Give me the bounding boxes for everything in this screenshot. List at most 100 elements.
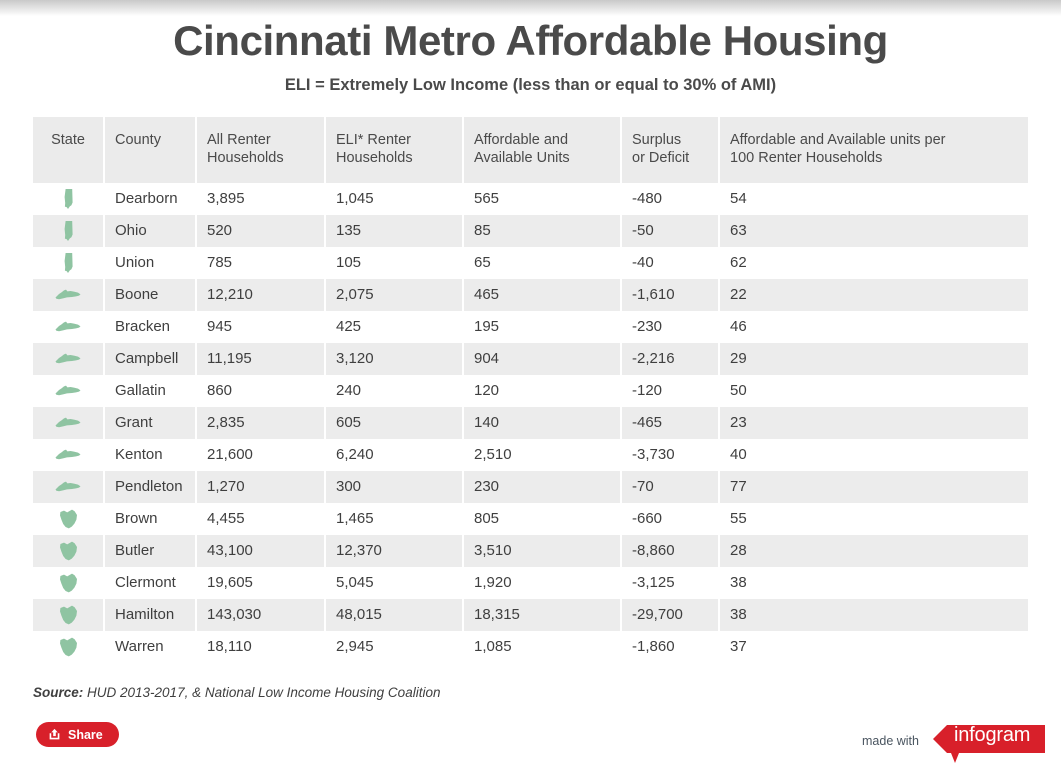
cell-eli-renter-households: 135 xyxy=(326,214,464,247)
table-row: Grant 2,835 605 140 -465 23 xyxy=(33,406,1028,439)
cell-affordable-available-units: 805 xyxy=(464,502,622,535)
table-row: Campbell 11,195 3,120 904 -2,216 29 xyxy=(33,342,1028,375)
cell-surplus-or-deficit: -230 xyxy=(622,310,720,343)
column-header-affordable-available-units[interactable]: Affordable and Available Units xyxy=(464,116,622,183)
column-header-per100-line1: Affordable and Available units per xyxy=(730,131,946,148)
column-header-all-renter-households[interactable]: All Renter Households xyxy=(197,116,326,183)
cell-state-kentucky xyxy=(33,374,105,407)
column-header-units-per-100-renter-households[interactable]: Affordable and Available units per 100 R… xyxy=(720,116,1028,183)
kentucky-state-icon xyxy=(55,321,81,332)
table-container: State County All Renter Households ELI* … xyxy=(33,116,1028,663)
column-header-per100-line2: 100 Renter Households xyxy=(730,149,883,166)
table-row: Union 785 105 65 -40 62 xyxy=(33,246,1028,279)
cell-state-kentucky xyxy=(33,310,105,343)
cell-county: Campbell xyxy=(105,342,197,375)
cell-units-per-100: 54 xyxy=(720,182,1028,215)
column-header-county-label: County xyxy=(115,131,161,148)
table-header-row: State County All Renter Households ELI* … xyxy=(33,116,1028,183)
made-with-infogram[interactable]: made with infogram xyxy=(862,717,1045,763)
cell-county: Kenton xyxy=(105,438,197,471)
cell-eli-renter-households: 3,120 xyxy=(326,342,464,375)
cell-affordable-available-units: 140 xyxy=(464,406,622,439)
column-header-surplus-line2: or Deficit xyxy=(632,149,690,166)
kentucky-state-icon xyxy=(55,385,81,396)
cell-eli-renter-households: 2,075 xyxy=(326,278,464,311)
cell-state-indiana xyxy=(33,214,105,247)
cell-affordable-available-units: 3,510 xyxy=(464,534,622,567)
source-label: Source: xyxy=(33,684,84,700)
cell-county: Pendleton xyxy=(105,470,197,503)
cell-all-renter-households: 3,895 xyxy=(197,182,326,215)
share-button-label: Share xyxy=(68,727,103,742)
cell-eli-renter-households: 425 xyxy=(326,310,464,343)
cell-all-renter-households: 11,195 xyxy=(197,342,326,375)
cell-county: Gallatin xyxy=(105,374,197,407)
table-row: Boone 12,210 2,075 465 -1,610 22 xyxy=(33,278,1028,311)
cell-units-per-100: 38 xyxy=(720,566,1028,599)
table-body: Dearborn 3,895 1,045 565 -480 54 Ohio 520 135 85-… xyxy=(33,182,1028,663)
ohio-state-icon xyxy=(59,541,78,561)
footer-bar: Share made with infogram xyxy=(0,717,1061,779)
cell-county: Clermont xyxy=(105,566,197,599)
cell-all-renter-households: 860 xyxy=(197,374,326,407)
housing-data-table: State County All Renter Households ELI* … xyxy=(33,116,1028,663)
kentucky-state-icon xyxy=(55,481,81,492)
table-row: Hamilton 143,030 48,015 18,315 -29,700 38 xyxy=(33,598,1028,631)
cell-units-per-100: 50 xyxy=(720,374,1028,407)
cell-units-per-100: 62 xyxy=(720,246,1028,279)
table-row: Bracken 945 425 195 -230 46 xyxy=(33,310,1028,343)
infogram-logo-icon[interactable]: infogram xyxy=(925,717,1045,763)
cell-eli-renter-households: 105 xyxy=(326,246,464,279)
cell-units-per-100: 55 xyxy=(720,502,1028,535)
cell-state-ohio xyxy=(33,566,105,599)
kentucky-state-icon xyxy=(55,449,81,460)
cell-affordable-available-units: 565 xyxy=(464,182,622,215)
cell-county: Warren xyxy=(105,630,197,663)
cell-state-kentucky xyxy=(33,342,105,375)
cell-affordable-available-units: 904 xyxy=(464,342,622,375)
column-header-eli-renter-line1: ELI* Renter xyxy=(336,131,411,148)
table-row: Warren 18,110 2,945 1,085 -1,860 37 xyxy=(33,630,1028,663)
cell-county: Ohio xyxy=(105,214,197,247)
share-button[interactable]: Share xyxy=(36,722,119,747)
cell-affordable-available-units: 465 xyxy=(464,278,622,311)
cell-state-ohio xyxy=(33,630,105,663)
cell-state-ohio xyxy=(33,534,105,567)
cell-affordable-available-units: 85 xyxy=(464,214,622,247)
column-header-state[interactable]: State xyxy=(33,116,105,183)
cell-units-per-100: 63 xyxy=(720,214,1028,247)
column-header-units-line1: Affordable and xyxy=(474,131,569,148)
kentucky-state-icon xyxy=(55,289,81,300)
ohio-state-icon xyxy=(59,509,78,529)
cell-surplus-or-deficit: -50 xyxy=(622,214,720,247)
made-with-label: made with xyxy=(862,734,919,748)
cell-county: Brown xyxy=(105,502,197,535)
column-header-surplus-or-deficit[interactable]: Surplus or Deficit xyxy=(622,116,720,183)
cell-county: Dearborn xyxy=(105,182,197,215)
cell-units-per-100: 29 xyxy=(720,342,1028,375)
cell-eli-renter-households: 605 xyxy=(326,406,464,439)
cell-state-kentucky xyxy=(33,438,105,471)
cell-affordable-available-units: 1,920 xyxy=(464,566,622,599)
table-row: Butler 43,100 12,370 3,510 -8,860 28 xyxy=(33,534,1028,567)
cell-eli-renter-households: 6,240 xyxy=(326,438,464,471)
column-header-eli-renter-households[interactable]: ELI* Renter Households xyxy=(326,116,464,183)
cell-all-renter-households: 18,110 xyxy=(197,630,326,663)
cell-affordable-available-units: 1,085 xyxy=(464,630,622,663)
cell-state-kentucky xyxy=(33,406,105,439)
cell-state-ohio xyxy=(33,502,105,535)
column-header-units-line2: Available Units xyxy=(474,149,570,166)
table-row: Clermont 19,605 5,045 1,920 -3,125 38 xyxy=(33,566,1028,599)
cell-eli-renter-households: 5,045 xyxy=(326,566,464,599)
cell-surplus-or-deficit: -1,860 xyxy=(622,630,720,663)
cell-all-renter-households: 21,600 xyxy=(197,438,326,471)
column-header-county[interactable]: County xyxy=(105,116,197,183)
kentucky-state-icon xyxy=(55,353,81,364)
cell-affordable-available-units: 18,315 xyxy=(464,598,622,631)
indiana-state-icon xyxy=(62,220,75,241)
cell-units-per-100: 77 xyxy=(720,470,1028,503)
cell-county: Butler xyxy=(105,534,197,567)
cell-eli-renter-households: 240 xyxy=(326,374,464,407)
ohio-state-icon xyxy=(59,573,78,593)
cell-surplus-or-deficit: -29,700 xyxy=(622,598,720,631)
